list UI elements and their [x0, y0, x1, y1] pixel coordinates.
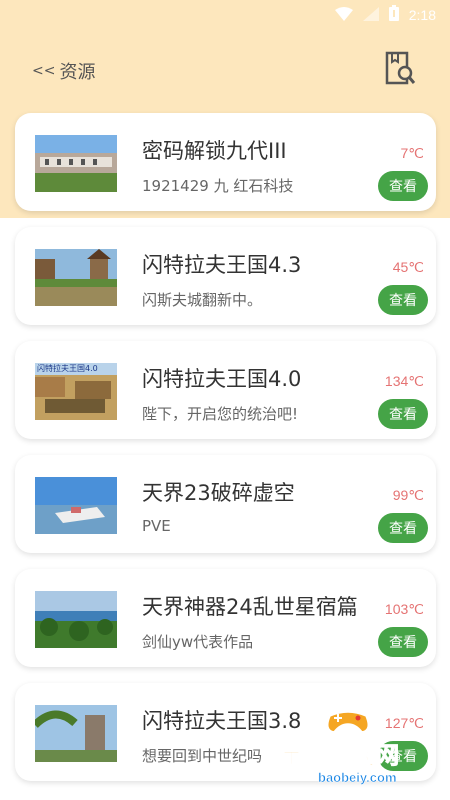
- thumbnail-image: [35, 135, 117, 192]
- item-subtitle: 闪斯夫城翻新中。: [142, 291, 263, 309]
- item-temperature: 134℃: [384, 373, 424, 389]
- thumbnail-image: 闪特拉夫王国4.0: [35, 363, 117, 420]
- item-temperature: 127℃: [384, 715, 424, 731]
- thumbnail-caption: 闪特拉夫王国4.0: [37, 364, 98, 373]
- list-item[interactable]: 天界23破碎虚空 PVE 99℃ 查看: [15, 455, 436, 553]
- thumbnail-image: [35, 249, 117, 306]
- book-search-icon[interactable]: [384, 50, 416, 86]
- thumbnail-image: [35, 591, 117, 648]
- signal-icon: [362, 6, 379, 25]
- item-title: 闪特拉夫王国4.3: [142, 253, 302, 277]
- back-arrows: <<: [32, 63, 56, 79]
- item-title: 闪特拉夫王国3.8: [142, 709, 302, 733]
- view-button[interactable]: 查看: [378, 171, 428, 201]
- wifi-icon: [334, 6, 353, 25]
- status-bar: 2:18: [0, 0, 450, 30]
- item-temperature: 45℃: [392, 259, 424, 275]
- view-button[interactable]: 查看: [378, 513, 428, 543]
- item-subtitle: 想要回到中世纪吗: [142, 747, 263, 765]
- back-button[interactable]: << 资源: [32, 56, 95, 86]
- item-title: 闪特拉夫王国4.0: [142, 367, 302, 391]
- item-subtitle: 剑仙yw代表作品: [142, 633, 254, 651]
- item-temperature: 103℃: [384, 601, 424, 617]
- resource-list: 密码解锁九代III 1921429 九 红石科技 7℃ 查看 闪特拉夫王国4.3…: [15, 113, 436, 797]
- view-button[interactable]: 查看: [378, 627, 428, 657]
- list-item[interactable]: 密码解锁九代III 1921429 九 红石科技 7℃ 查看: [15, 113, 436, 211]
- view-button[interactable]: 查看: [378, 285, 428, 315]
- item-subtitle: 1921429 九 红石科技: [142, 177, 294, 195]
- list-item[interactable]: 天界神器24乱世星宿篇 剑仙yw代表作品 103℃ 查看: [15, 569, 436, 667]
- thumbnail-image: [35, 477, 117, 534]
- view-button[interactable]: 查看: [378, 399, 428, 429]
- item-temperature: 99℃: [392, 487, 424, 503]
- item-temperature: 7℃: [400, 145, 424, 161]
- page-title: 资源: [59, 62, 96, 83]
- view-button[interactable]: 查看: [378, 741, 428, 771]
- status-time: 2:18: [408, 7, 436, 23]
- item-title: 天界神器24乱世星宿篇: [142, 595, 358, 619]
- item-subtitle: PVE: [142, 517, 171, 535]
- list-item[interactable]: 闪特拉夫王国3.8 想要回到中世纪吗 127℃ 查看: [15, 683, 436, 781]
- item-title: 密码解锁九代III: [142, 139, 287, 163]
- thumbnail-image: [35, 705, 117, 762]
- list-item[interactable]: 闪特拉夫王国4.0 闪特拉夫王国4.0 陛下，开启您的统治吧! 134℃ 查看: [15, 341, 436, 439]
- list-item[interactable]: 闪特拉夫王国4.3 闪斯夫城翻新中。 45℃ 查看: [15, 227, 436, 325]
- item-title: 天界23破碎虚空: [142, 481, 295, 505]
- item-subtitle: 陛下，开启您的统治吧!: [142, 405, 299, 423]
- battery-icon: [388, 5, 399, 25]
- top-bar: << 资源: [0, 46, 450, 96]
